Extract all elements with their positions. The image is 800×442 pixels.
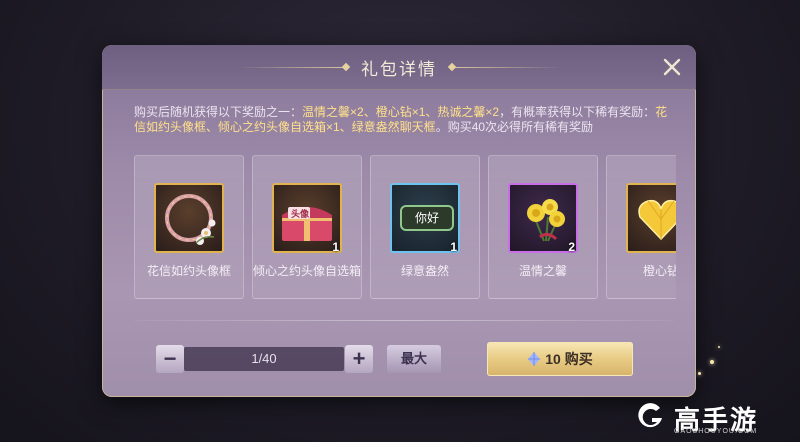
desc-text: 购买后随机获得以下奖励之一： (134, 105, 303, 119)
reward-item[interactable]: 你好 1 绿意盎然 (370, 155, 480, 299)
close-button[interactable] (658, 53, 686, 81)
desc-text: ，有概率获得以下稀有奖励： (499, 105, 656, 119)
title-ornament-left (237, 66, 347, 68)
close-icon (663, 58, 681, 76)
wreath-frame-icon (165, 194, 216, 245)
divider (134, 320, 674, 321)
buy-button[interactable]: 10 购买 (487, 342, 633, 376)
diamond-icon (528, 352, 541, 366)
item-name: 橙心钻 (642, 264, 676, 278)
reward-item[interactable]: 2 温情之馨 (488, 155, 598, 299)
bubble-text: 你好 (414, 211, 439, 225)
chest-label: 头像 (291, 209, 310, 219)
item-quantity: 1 (450, 240, 457, 254)
item-name: 花信如约头像框 (146, 264, 231, 278)
increase-button[interactable]: + (345, 345, 373, 373)
reward-item[interactable]: 花信如约头像框 (134, 155, 244, 299)
sparkle (718, 346, 720, 348)
dialog-title: 礼包详情 (361, 59, 437, 79)
reward-list[interactable]: 花信如约头像框 头像 1 倾心之约头像自选箱 你好 1 绿意盎然 2 温情之馨 … (134, 155, 676, 301)
dialog-header: 礼包详情 (102, 45, 696, 89)
item-quantity: 1 (332, 240, 339, 254)
max-button[interactable]: 最大 (387, 345, 441, 373)
sparkle (698, 372, 701, 375)
decrease-button[interactable]: − (156, 345, 184, 373)
reward-description: 购买后随机获得以下奖励之一：温情之馨×2、橙心钻×1、热诚之馨×2，有概率获得以… (134, 105, 674, 135)
item-quantity: 2 (568, 240, 575, 254)
heart-gem-icon (638, 199, 676, 241)
yellow-roses-icon (527, 199, 565, 242)
plus-icon: + (352, 346, 366, 371)
reward-item[interactable]: 橙心钻 (606, 155, 676, 299)
item-name: 绿意盎然 (400, 264, 449, 278)
reward-item[interactable]: 头像 1 倾心之约头像自选箱 (252, 155, 362, 299)
chat-bubble-icon: 你好 (400, 205, 454, 231)
buy-price: 10 (545, 351, 561, 367)
item-name: 温情之馨 (518, 264, 567, 278)
item-frame (154, 183, 224, 253)
site-watermark: 高手游 GAOSHOUYOU.COM (634, 400, 784, 435)
quantity-field[interactable]: 1/40 (184, 347, 344, 371)
title-ornament-right (451, 66, 561, 68)
minus-icon: − (163, 346, 177, 371)
site-logo-icon (638, 403, 662, 428)
item-name: 倾心之约头像自选箱 (253, 264, 362, 278)
desc-text: 。购买40次必得所有稀有奖励 (435, 120, 594, 134)
buy-label: 购买 (564, 351, 593, 367)
item-frame (626, 183, 676, 253)
sparkle (710, 360, 714, 364)
desc-highlight: 温情之馨×2、橙心钻×1、热诚之馨×2 (302, 105, 500, 119)
gift-pack-dialog: 礼包详情 购买后随机获得以下奖励之一：温情之馨×2、橙心钻×1、热诚之馨×2，有… (102, 45, 696, 397)
watermark-sub: GAOSHOUYOU.COM (674, 428, 758, 435)
